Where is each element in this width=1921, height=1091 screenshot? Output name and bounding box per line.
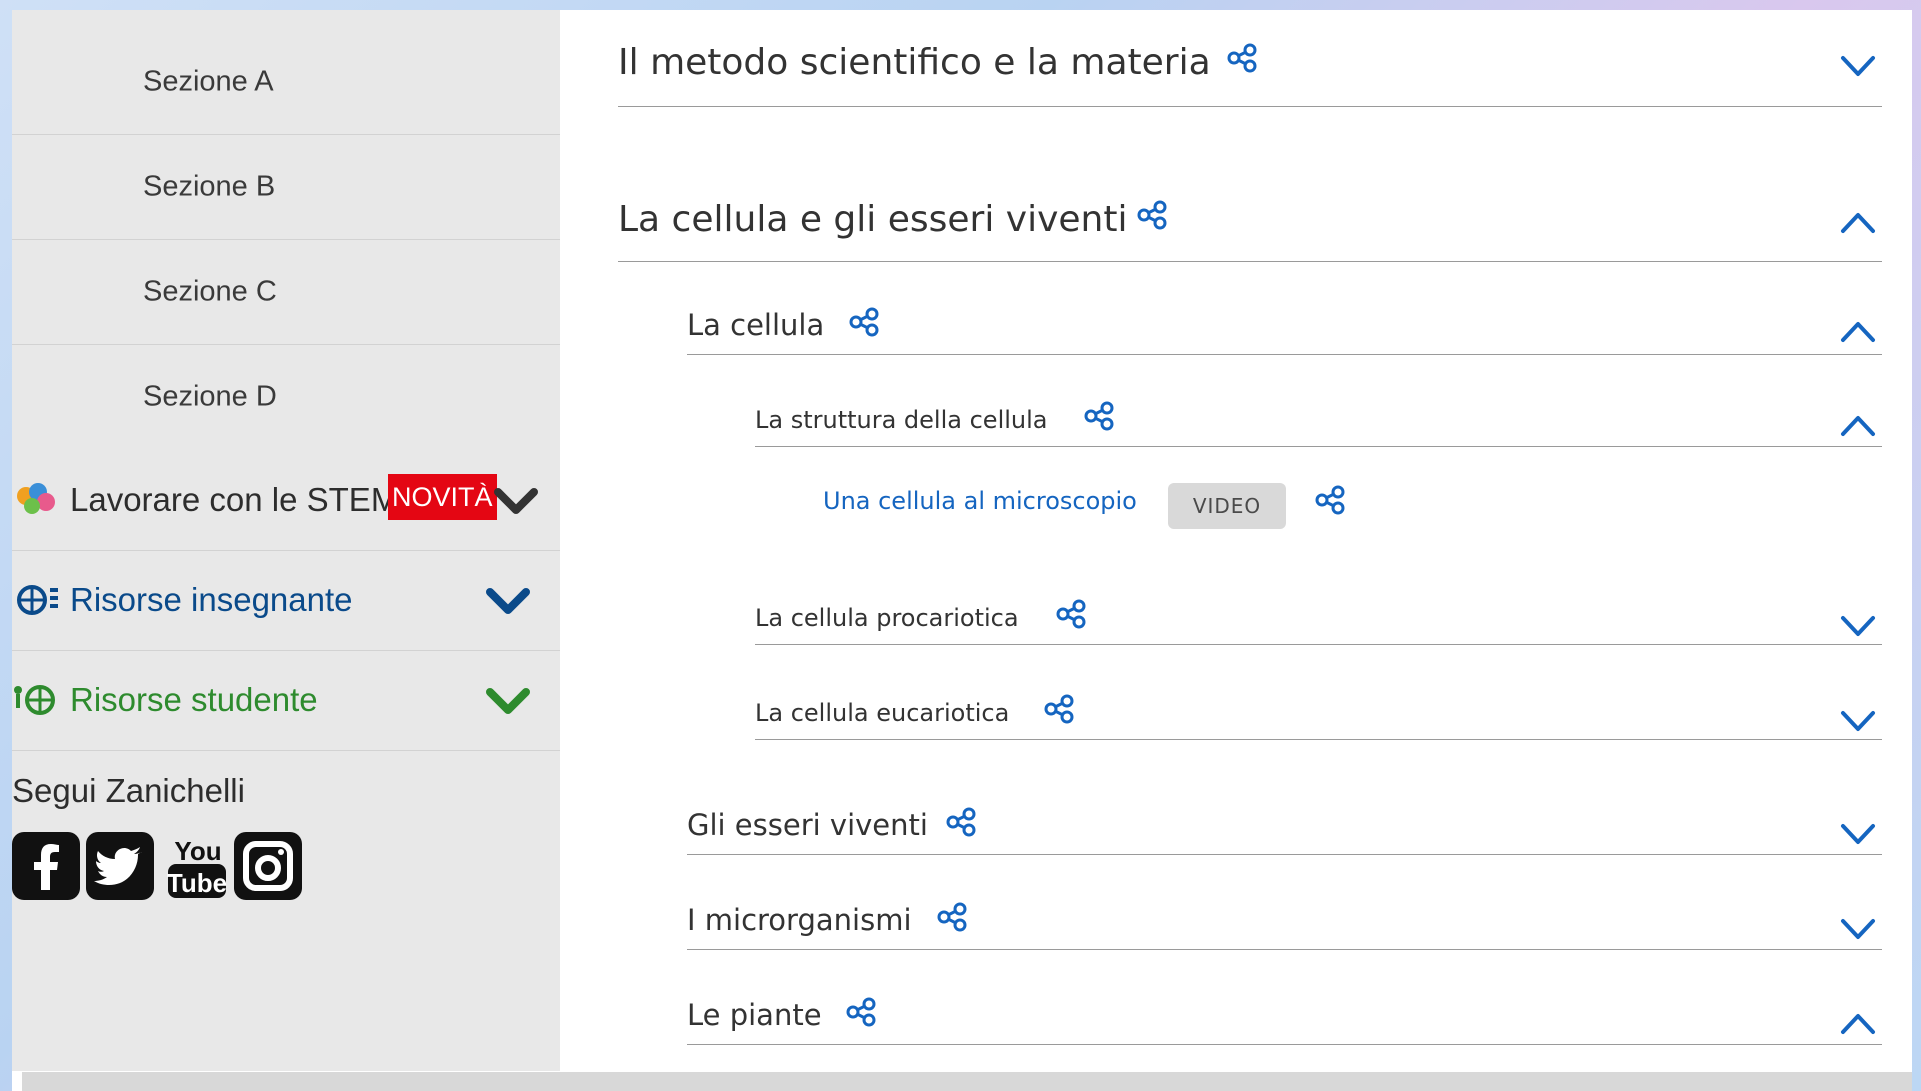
instagram-icon[interactable] [234, 832, 302, 900]
subsection-title: La cellula eucariotica [755, 699, 1010, 727]
chevron-up-icon[interactable] [1840, 414, 1876, 438]
chapter-title: La cellula e gli esseri viventi [618, 199, 1128, 240]
section-title: Le piante [687, 998, 822, 1032]
risorse-insegnante-label: Risorse insegnante [70, 581, 353, 618]
share-icon[interactable] [1136, 199, 1168, 231]
section-title: La cellula [687, 308, 825, 342]
stem-icon [17, 483, 55, 514]
stem-label: Lavorare con le STEM [70, 481, 399, 518]
svg-text:Tube: Tube [167, 868, 227, 898]
chevron-down-icon[interactable] [1840, 709, 1876, 733]
svg-text:You: You [174, 836, 221, 866]
sidebar-item-sezione-b[interactable]: Sezione B [12, 135, 560, 240]
accordion-section-microrganismi[interactable]: I microrganismi [687, 885, 1882, 950]
student-resources-icon [14, 685, 55, 715]
facebook-icon[interactable] [12, 832, 80, 900]
chevron-up-icon[interactable] [1840, 211, 1876, 235]
subsection-title: La cellula procariotica [755, 604, 1019, 632]
sidebar-item-sezione-d[interactable]: Sezione D [12, 345, 560, 449]
share-icon[interactable] [1043, 693, 1075, 725]
section-title: I microrganismi [687, 903, 912, 937]
sidebar: Sezione A Sezione B Sezione C Sezione D … [12, 10, 560, 1071]
risorse-studente-label: Risorse studente [70, 681, 318, 718]
accordion-chapter-2[interactable]: La cellula e gli esseri viventi [618, 175, 1882, 262]
accordion-chapter-1[interactable]: Il metodo scientifico e la materia [618, 20, 1882, 107]
youtube-icon[interactable]: You Tube [164, 832, 232, 900]
section-title: Gli esseri viventi [687, 808, 928, 842]
accordion-section-piante[interactable]: Le piante [687, 980, 1882, 1045]
accordion-sub-struttura[interactable]: La struttura della cellula [755, 390, 1882, 447]
chevron-down-icon[interactable] [484, 584, 532, 616]
sidebar-item-label: Sezione A [143, 65, 274, 98]
chevron-up-icon[interactable] [1840, 1012, 1876, 1036]
share-icon[interactable] [1083, 400, 1115, 432]
share-icon[interactable] [1226, 42, 1258, 74]
share-icon[interactable] [945, 806, 977, 838]
subsection-title: La struttura della cellula [755, 406, 1048, 434]
chapter-title: Il metodo scientifico e la materia [618, 42, 1211, 83]
horizontal-scrollbar[interactable] [22, 1072, 1912, 1091]
follow-title: Segui Zanichelli [12, 772, 245, 809]
resource-link[interactable]: Una cellula al microscopio [823, 487, 1137, 515]
sidebar-item-sezione-c[interactable]: Sezione C [12, 240, 560, 345]
accordion-section-esseri-viventi[interactable]: Gli esseri viventi [687, 790, 1882, 855]
sidebar-item-stem[interactable]: Lavorare con le STEM NOVITÀ [12, 450, 560, 551]
sidebar-item-label: Sezione B [143, 170, 276, 203]
chevron-down-icon[interactable] [1840, 54, 1876, 78]
share-icon[interactable] [1314, 484, 1346, 516]
share-icon[interactable] [1055, 598, 1087, 630]
chevron-down-icon[interactable] [484, 684, 532, 716]
sidebar-item-risorse-studente[interactable]: Risorse studente [12, 650, 560, 751]
new-badge: NOVITÀ [388, 474, 497, 520]
share-icon[interactable] [845, 996, 877, 1028]
sidebar-item-label: Sezione D [143, 380, 277, 413]
teacher-resources-icon [17, 585, 58, 615]
chevron-down-icon[interactable] [492, 484, 540, 516]
accordion-sub-procariotica[interactable]: La cellula procariotica [755, 588, 1882, 645]
accordion-section-la-cellula[interactable]: La cellula [687, 290, 1882, 355]
chevron-down-icon[interactable] [1840, 614, 1876, 638]
share-icon[interactable] [848, 306, 880, 338]
sidebar-item-label: Sezione C [143, 275, 277, 308]
chevron-up-icon[interactable] [1840, 320, 1876, 344]
twitter-icon[interactable] [86, 832, 154, 900]
share-icon[interactable] [936, 901, 968, 933]
sidebar-item-risorse-insegnante[interactable]: Risorse insegnante [12, 550, 560, 651]
video-tag: VIDEO [1168, 483, 1286, 529]
accordion-sub-eucariotica[interactable]: La cellula eucariotica [755, 683, 1882, 740]
sidebar-item-sezione-a[interactable]: Sezione A [12, 30, 560, 135]
chevron-down-icon[interactable] [1840, 917, 1876, 941]
chevron-down-icon[interactable] [1840, 822, 1876, 846]
